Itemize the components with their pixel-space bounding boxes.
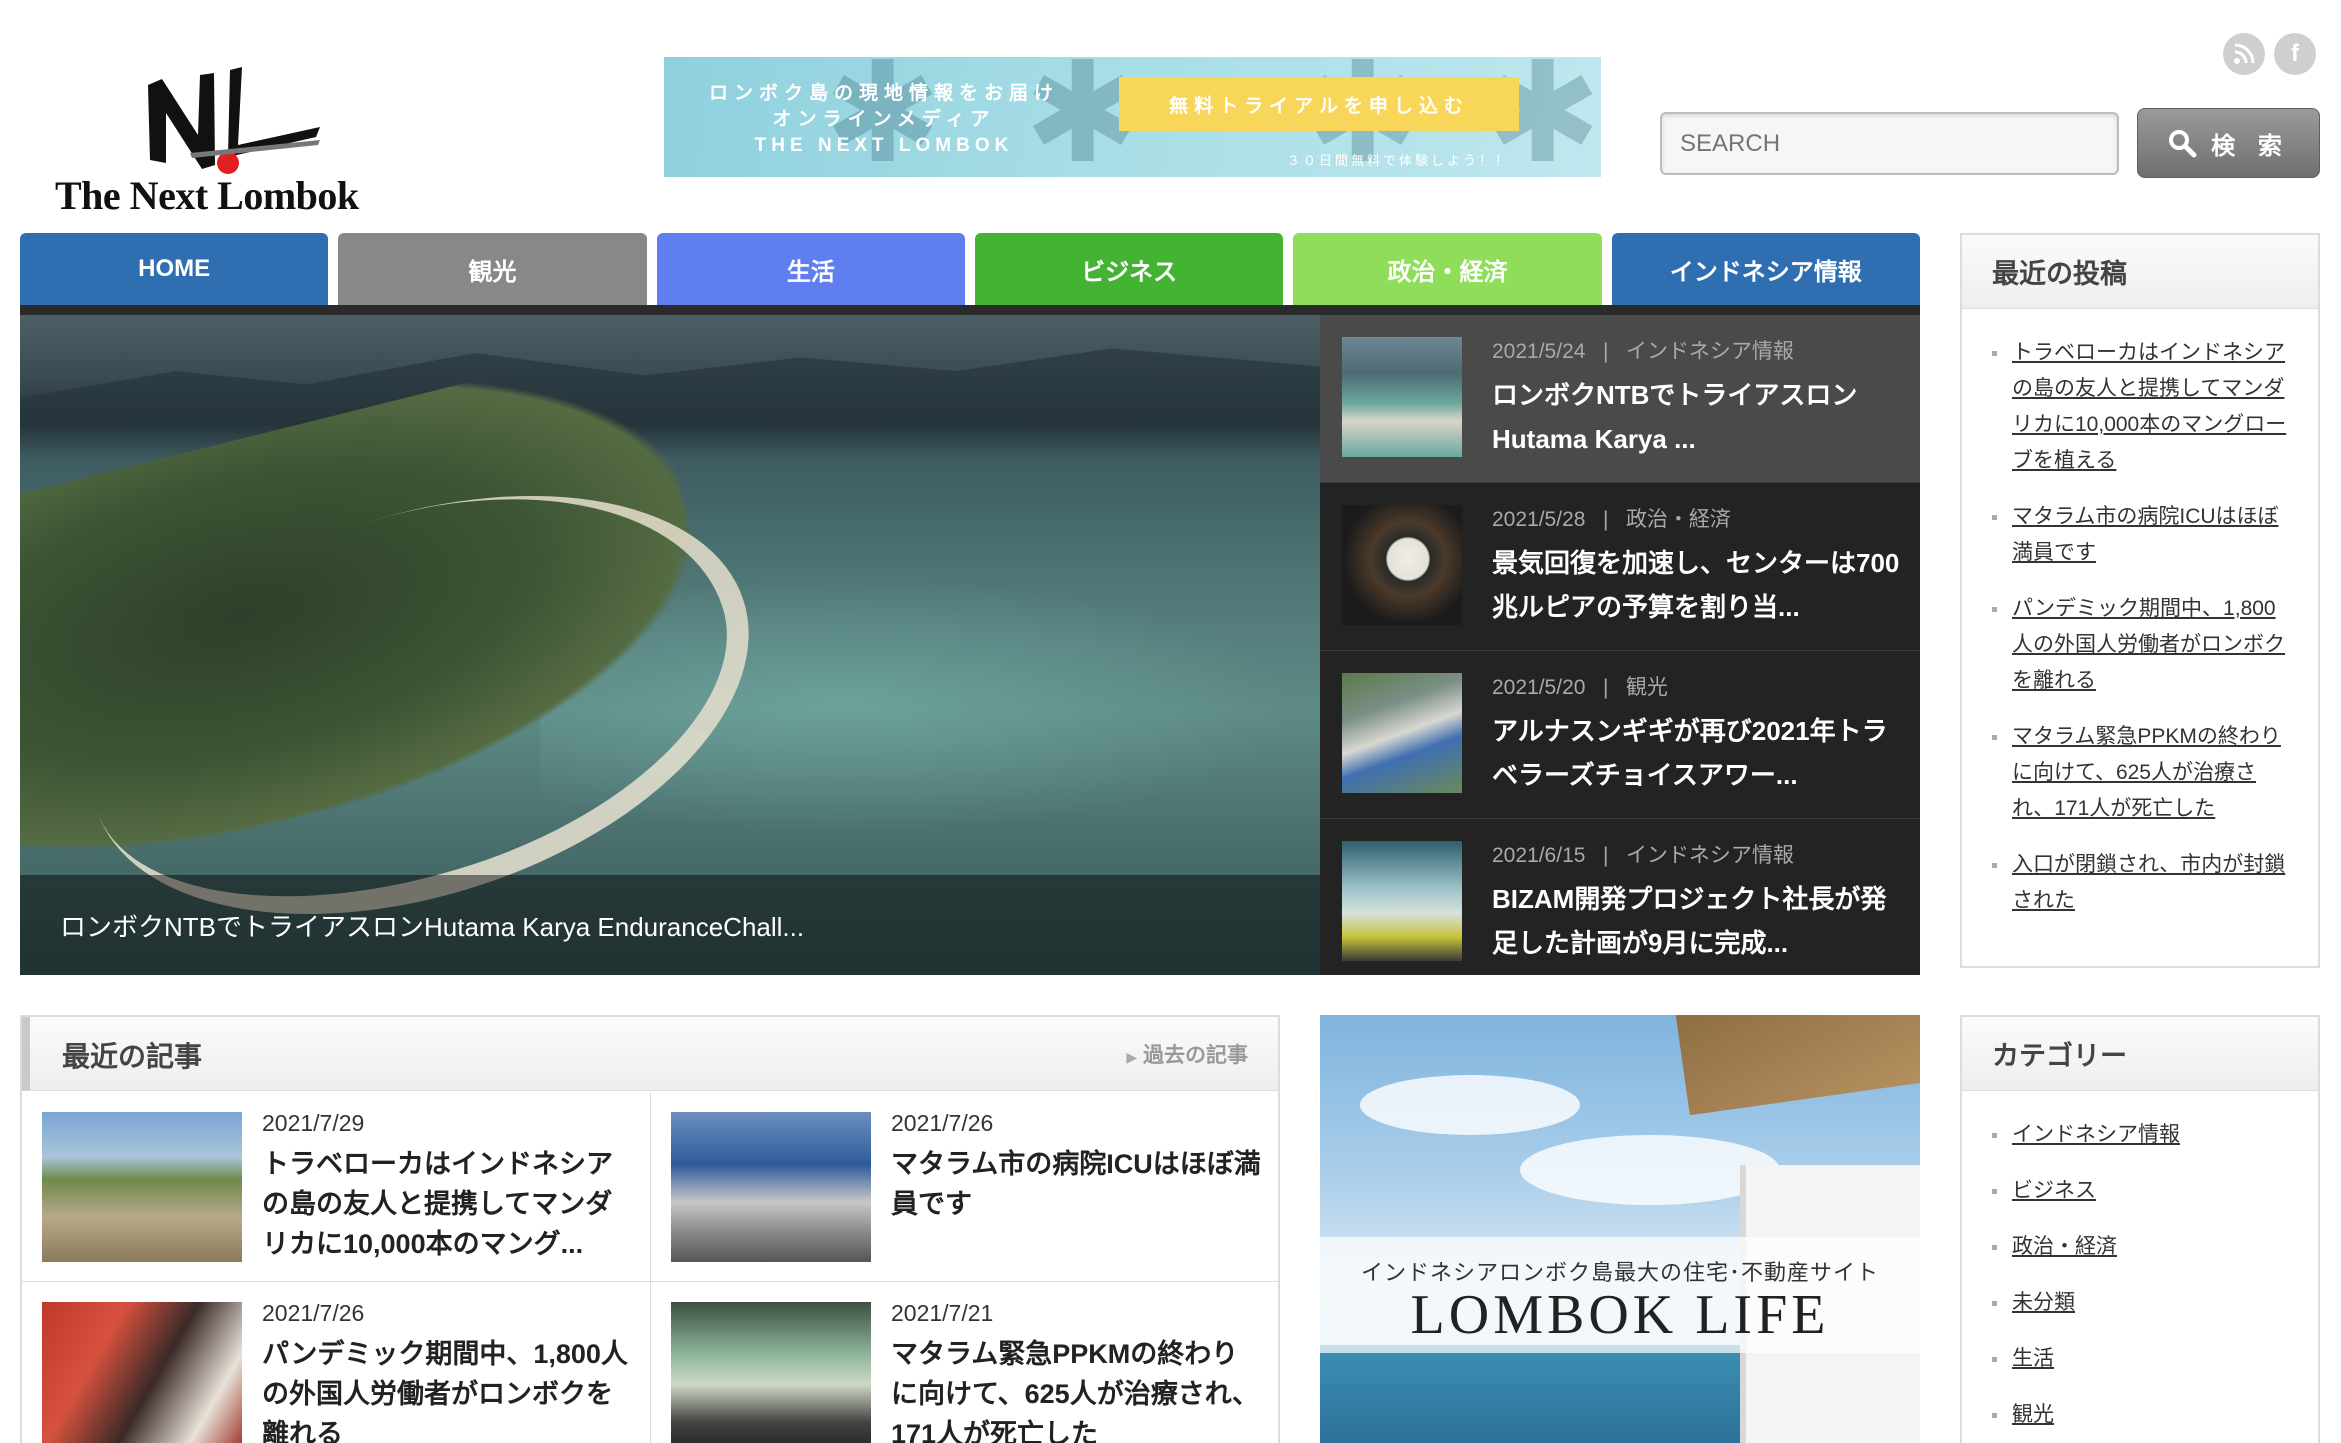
- trial-banner[interactable]: ✱ ✱ ✱ ✱ ロンボク島の現地情報をお届け オンラインメディア THE NEX…: [664, 57, 1601, 177]
- category-link[interactable]: 政治・経済: [1992, 1229, 2294, 1265]
- recent-posts-widget: 最近の投稿 トラベローカはインドネシアの島の友人と提携してマンダリカに10,00…: [1960, 233, 2320, 968]
- search-button[interactable]: 検 索: [2137, 108, 2320, 178]
- featured-thumb: [1342, 337, 1462, 457]
- nav-tab[interactable]: 観光: [338, 233, 647, 305]
- nav-tab[interactable]: 政治・経済: [1293, 233, 1602, 305]
- featured-meta: 2021/5/20 | 観光: [1492, 676, 1668, 699]
- recent-posts-title: 最近の投稿: [1962, 235, 2318, 309]
- article-title: マタラム市の病院ICUはほぼ満員です: [891, 1149, 1261, 1219]
- article-date: 2021/7/26: [891, 1110, 994, 1136]
- nav-underline: [20, 305, 1920, 315]
- nav-tab[interactable]: ビジネス: [974, 233, 1284, 305]
- category-link[interactable]: 生活: [1992, 1341, 2294, 1377]
- rss-icon[interactable]: [2223, 33, 2265, 75]
- straw-roof-decoration: [1673, 1015, 1920, 1116]
- recent-articles-header: 最近の記事 ▶ 過去の記事: [22, 1017, 1278, 1091]
- categories-title: カテゴリー: [1962, 1017, 2318, 1091]
- article-title: パンデミック期間中、1,800人の外国人労働者がロンボクを離れる: [262, 1339, 628, 1443]
- recent-post-link[interactable]: マタラム緊急PPKMの終わりに向けて、625人が治療され、171人が死亡した: [1992, 719, 2294, 827]
- article-thumb: [671, 1112, 871, 1262]
- category-link[interactable]: ビジネス: [1992, 1173, 2294, 1209]
- category-link[interactable]: インドネシア情報: [1992, 1117, 2294, 1153]
- recent-post-link[interactable]: パンデミック期間中、1,800人の外国人労働者がロンボクを離れる: [1992, 591, 2294, 699]
- article-date: 2021/7/29: [262, 1110, 365, 1136]
- featured-item[interactable]: 2021/5/28 | 政治・経済 景気回復を加速し、センターは700兆ルピアの…: [1320, 483, 1920, 651]
- featured-title: アルナスンギギが再び2021年トラベラーズチョイスアワー...: [1492, 716, 1888, 790]
- banner-line-2: オンラインメディア: [772, 109, 996, 130]
- featured-meta: 2021/5/24 | インドネシア情報: [1492, 340, 1794, 363]
- trial-cta-button[interactable]: 無料トライアルを申し込む: [1119, 77, 1519, 131]
- hero-hills: [20, 348, 1320, 425]
- article-title: マタラム緊急PPKMの終わりに向けて、625人が治療され、171人が死亡した: [891, 1339, 1259, 1443]
- featured-title: BIZAM開発プロジェクト社長が発足した計画が9月に完成...: [1492, 884, 1887, 958]
- article-date: 2021/7/26: [262, 1300, 365, 1326]
- past-articles-link[interactable]: ▶ 過去の記事: [1126, 1039, 1248, 1069]
- featured-title: ロンボクNTBでトライアスロンHutama Karya ...: [1492, 380, 1858, 454]
- article-card[interactable]: 2021/7/26 マタラム市の病院ICUはほぼ満員です: [650, 1092, 1278, 1282]
- nav-tab[interactable]: インドネシア情報: [1611, 233, 1920, 305]
- cloud-decoration: [1360, 1075, 1580, 1135]
- featured-thumb: [1342, 505, 1462, 625]
- categories-widget: カテゴリー インドネシア情報 ビジネス 政治・経済 未分類 生活 観光: [1960, 1015, 2320, 1443]
- article-thumb: [42, 1112, 242, 1262]
- recent-post-link[interactable]: マタラム市の病院ICUはほぼ満員です: [1992, 499, 2294, 571]
- past-articles-label: 過去の記事: [1143, 1044, 1248, 1067]
- featured-list: 2021/5/24 | インドネシア情報 ロンボクNTBでトライアスロンHuta…: [1320, 315, 1920, 975]
- banner-copy: ロンボク島の現地情報をお届け オンラインメディア THE NEXT LOMBOK: [709, 81, 1059, 159]
- featured-item[interactable]: 2021/6/15 | インドネシア情報 BIZAM開発プロジェクト社長が発足し…: [1320, 819, 1920, 987]
- nav-tab[interactable]: HOME: [20, 233, 329, 305]
- recent-articles-title: 最近の記事: [62, 1041, 203, 1072]
- recent-post-link[interactable]: 入口が閉鎖され、市内が封鎖された: [1992, 847, 2294, 919]
- article-card[interactable]: 2021/7/26 パンデミック期間中、1,800人の外国人労働者がロンボクを離…: [22, 1282, 650, 1443]
- featured-thumb: [1342, 673, 1462, 793]
- facebook-icon[interactable]: f: [2274, 33, 2316, 75]
- recent-posts-list: トラベローカはインドネシアの島の友人と提携してマンダリカに10,000本のマング…: [1962, 309, 2318, 919]
- banner-note: ３０日間無料で体験しよう！！: [1286, 153, 1511, 168]
- recent-articles: 最近の記事 ▶ 過去の記事 2021/7/29 トラベローカはインドネシアの島の…: [20, 1015, 1280, 1443]
- logo-mark-icon: [148, 67, 320, 174]
- category-link[interactable]: 観光: [1992, 1397, 2294, 1433]
- site-logo[interactable]: The Next Lombok: [50, 60, 395, 220]
- triangle-right-icon: ▶: [1126, 1049, 1138, 1065]
- search-button-label: 検 索: [2211, 132, 2290, 160]
- featured-title: 景気回復を加速し、センターは700兆ルピアの予算を割り当...: [1492, 548, 1900, 622]
- categories-list: インドネシア情報 ビジネス 政治・経済 未分類 生活 観光: [1962, 1091, 2318, 1433]
- featured-thumb: [1342, 841, 1462, 961]
- search-icon: [2169, 130, 2197, 158]
- lombok-life-banner[interactable]: インドネシアロンボク島最大の住宅･不動産サイト LOMBOK LIFE: [1320, 1015, 1920, 1443]
- banner-line-1: ロンボク島の現地情報をお届け: [709, 83, 1060, 104]
- featured-meta: 2021/6/15 | インドネシア情報: [1492, 844, 1794, 867]
- banner-line-3: THE NEXT LOMBOK: [754, 135, 1014, 156]
- article-thumb: [42, 1302, 242, 1443]
- lombok-life-brand: LOMBOK LIFE: [1410, 1284, 1830, 1346]
- category-link[interactable]: 未分類: [1992, 1285, 2294, 1321]
- main-nav: HOME 観光 生活 ビジネス 政治・経済 インドネシア情報: [20, 233, 1920, 305]
- featured-meta: 2021/5/28 | 政治・経済: [1492, 508, 1731, 531]
- featured-item[interactable]: 2021/5/24 | インドネシア情報 ロンボクNTBでトライアスロンHuta…: [1320, 315, 1920, 483]
- article-card[interactable]: 2021/7/29 トラベローカはインドネシアの島の友人と提携してマンダリカに1…: [22, 1092, 650, 1282]
- logo-text: The Next Lombok: [55, 173, 359, 218]
- search-input[interactable]: [1660, 112, 2119, 175]
- article-card[interactable]: 2021/7/21 マタラム緊急PPKMの終わりに向けて、625人が治療され、1…: [650, 1282, 1278, 1443]
- featured-item[interactable]: 2021/5/20 | 観光 アルナスンギギが再び2021年トラベラーズチョイス…: [1320, 651, 1920, 819]
- nav-tab[interactable]: 生活: [656, 233, 965, 305]
- recent-post-link[interactable]: トラベローカはインドネシアの島の友人と提携してマンダリカに10,000本のマング…: [1992, 335, 2294, 479]
- article-thumb: [671, 1302, 871, 1443]
- hero-caption[interactable]: ロンボクNTBでトライアスロンHutama Karya EnduranceCha…: [20, 875, 1320, 975]
- article-date: 2021/7/21: [891, 1300, 994, 1326]
- article-title: トラベローカはインドネシアの島の友人と提携してマンダリカに10,000本のマング…: [262, 1149, 613, 1259]
